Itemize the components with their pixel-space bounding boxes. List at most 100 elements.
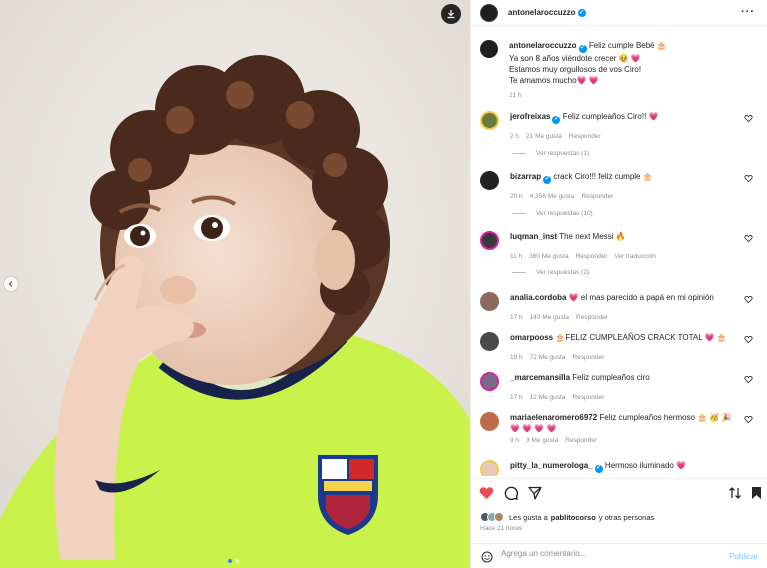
comment: bizarrap ✓ crack Ciro!!! feliz cumple 🎂 2… bbox=[480, 171, 760, 200]
comment-likes[interactable]: 360 Me gusta bbox=[529, 253, 568, 260]
liked-by-user[interactable]: pablitocorso bbox=[551, 513, 596, 522]
verified-badge-icon: ✓ bbox=[543, 175, 552, 184]
translate-button[interactable]: Ver traducción bbox=[614, 253, 656, 260]
comment-avatar[interactable] bbox=[480, 171, 499, 190]
reply-button[interactable]: Responder bbox=[581, 193, 613, 200]
like-comment-icon[interactable] bbox=[744, 375, 753, 384]
caption-line: Te amamos mucho💗 💗 bbox=[509, 75, 599, 85]
comment-text: The next Messi 🔥 bbox=[559, 232, 626, 241]
likes-suffix: y otras personas bbox=[598, 512, 655, 522]
comment-avatar[interactable] bbox=[480, 292, 499, 311]
comment-time: 9 h bbox=[510, 437, 520, 444]
share-icon[interactable] bbox=[528, 486, 542, 500]
comment-likes[interactable]: 4,356 Me gusta bbox=[530, 193, 575, 200]
comment-text: 💗 el mas parecido a papá en mi opinión bbox=[568, 293, 714, 302]
comment: jerofreixas ✓ Feliz cumpleaños Ciro!! 💗 2… bbox=[480, 111, 760, 140]
comment-username[interactable]: _marcemansilla bbox=[510, 373, 570, 382]
comment-text: Hermoso iluminado 💗 bbox=[604, 461, 687, 470]
caption-line: Feliz cumple Bebé 🎂 bbox=[588, 41, 667, 50]
comment: luqman_inst The next Messi 🔥 11 h 360 Me … bbox=[480, 231, 760, 260]
post-caption: antonelaroccuzzo ✓ Feliz cumple Bebé 🎂 Ya… bbox=[480, 40, 750, 101]
like-comment-icon[interactable] bbox=[744, 234, 753, 243]
photo-illustration bbox=[0, 0, 470, 568]
post-photo[interactable] bbox=[0, 0, 470, 568]
comment-avatar[interactable] bbox=[480, 460, 499, 476]
view-replies-button[interactable]: Ver respuestas (2) bbox=[512, 269, 589, 276]
post-timestamp: Hace 21 horas bbox=[480, 525, 523, 532]
comment: _marcemansilla Feliz cumpleaños ciro 17 … bbox=[480, 372, 760, 401]
comment-username[interactable]: mariaelenaromero6972 bbox=[510, 413, 597, 422]
comment-avatar[interactable] bbox=[480, 412, 499, 431]
emoji-icon[interactable] bbox=[481, 551, 493, 563]
likes-prefix: Les gusta a bbox=[509, 512, 548, 522]
likes-summary[interactable]: Les gusta a pablitocorso y otras persona… bbox=[480, 512, 654, 522]
reply-button[interactable]: Responder bbox=[576, 314, 608, 321]
post-header: antonelaroccuzzo ✓ ··· bbox=[471, 0, 767, 26]
caption-time: 21 h bbox=[509, 91, 522, 99]
comment-time: 19 h bbox=[510, 354, 523, 361]
caption-line: Ya son 8 años viéndote crecer 🥹 💗 bbox=[509, 53, 641, 63]
reply-button[interactable]: Responder bbox=[572, 354, 604, 361]
like-comment-icon[interactable] bbox=[744, 114, 753, 123]
comment-text: 🎂FELIZ CUMPLEAÑOS CRACK TOTAL 💗 🎂 bbox=[555, 333, 727, 342]
comment-username[interactable]: luqman_inst bbox=[510, 232, 557, 241]
author-avatar[interactable] bbox=[480, 3, 498, 22]
view-replies-button[interactable]: Ver respuestas (10) bbox=[512, 210, 593, 217]
view-replies-button[interactable]: Ver respuestas (1) bbox=[512, 150, 589, 157]
caption-avatar[interactable] bbox=[480, 40, 498, 58]
instagram-post-view: antonelaroccuzzo ✓ ··· antonelaroccuzzo ✓… bbox=[0, 0, 767, 568]
comment-username[interactable]: omarpooss bbox=[510, 333, 553, 342]
verified-badge-icon: ✓ bbox=[578, 44, 587, 53]
reply-button[interactable]: Responder bbox=[572, 394, 604, 401]
comment-avatar[interactable] bbox=[480, 231, 499, 250]
comment-time: 17 h bbox=[510, 394, 523, 401]
comment-time: 17 h bbox=[510, 314, 523, 321]
comment-input[interactable] bbox=[501, 549, 711, 558]
more-options-icon[interactable]: ··· bbox=[741, 6, 755, 18]
reply-button[interactable]: Responder bbox=[576, 253, 608, 260]
chevron-left-icon bbox=[8, 281, 13, 287]
comment-text: Feliz cumpleaños Ciro!! 💗 bbox=[562, 112, 659, 121]
comment-username[interactable]: jerofreixas bbox=[510, 112, 550, 121]
caption-username[interactable]: antonelaroccuzzo bbox=[509, 41, 577, 50]
like-comment-icon[interactable] bbox=[744, 335, 753, 344]
publish-button[interactable]: Publicar bbox=[729, 552, 758, 561]
save-icon[interactable] bbox=[751, 486, 762, 500]
author-username[interactable]: antonelaroccuzzo bbox=[508, 8, 576, 17]
comment-username[interactable]: analia.cordoba bbox=[510, 293, 566, 302]
verified-badge-icon: ✓ bbox=[577, 8, 586, 17]
verified-badge-icon: ✓ bbox=[552, 115, 561, 124]
comment-avatar[interactable] bbox=[480, 372, 499, 391]
comment-likes[interactable]: 143 Me gusta bbox=[530, 314, 569, 321]
comment-likes[interactable]: 72 Me gusta bbox=[530, 354, 566, 361]
comment-likes[interactable]: 21 Me gusta bbox=[526, 133, 562, 140]
comment-text: Feliz cumpleaños ciro bbox=[572, 373, 650, 382]
comment-likes[interactable]: 3 Me gusta bbox=[526, 437, 558, 444]
comment-username[interactable]: bizarrap bbox=[510, 172, 541, 181]
comment: mariaelenaromero6972 Feliz cumpleaños he… bbox=[480, 412, 760, 444]
caption-line: Estamos muy orgullosos de vos Ciro! bbox=[509, 64, 642, 74]
reply-button[interactable]: Responder bbox=[565, 437, 597, 444]
comment-time: 11 h bbox=[510, 253, 523, 260]
previous-image-button[interactable] bbox=[3, 276, 19, 292]
comment: pitty_la_numerologa_ ✓ Hermoso iluminado … bbox=[480, 460, 760, 476]
comment-avatar[interactable] bbox=[480, 332, 499, 351]
comment-time: 2 h bbox=[510, 133, 520, 140]
carousel-dots bbox=[228, 559, 239, 563]
like-comment-icon[interactable] bbox=[744, 295, 753, 304]
comment: analia.cordoba 💗 el mas parecido a papá … bbox=[480, 292, 760, 321]
comment: omarpooss 🎂FELIZ CUMPLEAÑOS CRACK TOTAL … bbox=[480, 332, 760, 361]
reply-button[interactable]: Responder bbox=[569, 133, 601, 140]
like-comment-icon[interactable] bbox=[744, 174, 753, 183]
comment-time: 20 h bbox=[510, 193, 523, 200]
comment-composer: Publicar bbox=[471, 543, 767, 568]
comment-avatar[interactable] bbox=[480, 111, 499, 130]
repost-icon[interactable] bbox=[728, 486, 742, 500]
comment-username[interactable]: pitty_la_numerologa_ bbox=[510, 461, 593, 470]
download-button[interactable] bbox=[441, 4, 461, 24]
comment-icon[interactable] bbox=[504, 486, 518, 500]
like-comment-icon[interactable] bbox=[744, 415, 753, 424]
like-icon[interactable] bbox=[479, 486, 494, 500]
comment-likes[interactable]: 12 Me gusta bbox=[530, 394, 566, 401]
liker-avatar bbox=[494, 512, 504, 522]
